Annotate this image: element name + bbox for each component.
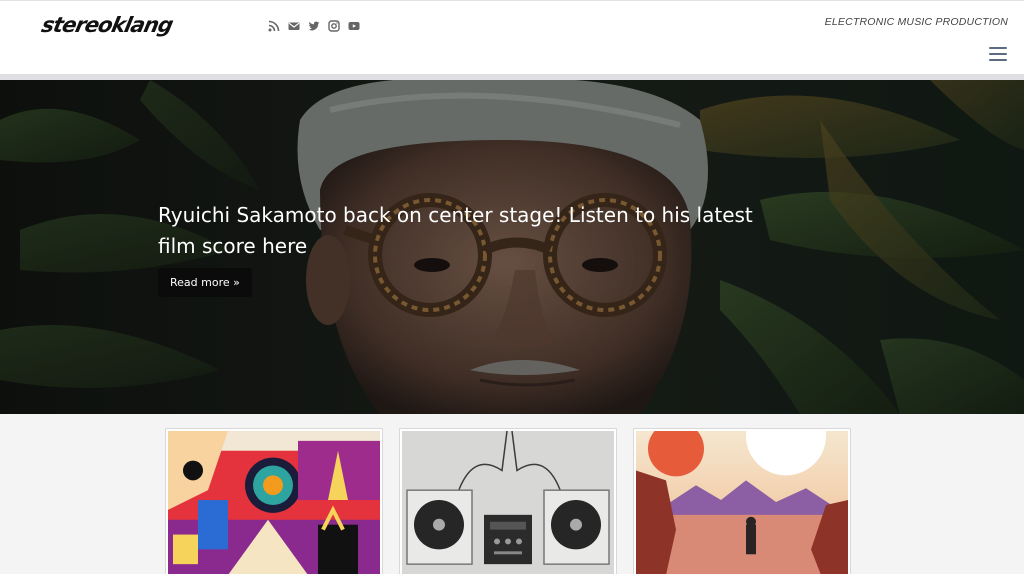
- social-links: [268, 20, 360, 32]
- rss-icon[interactable]: [268, 20, 280, 32]
- hero-slider: Ryuichi Sakamoto back on center stage! L…: [0, 80, 1024, 414]
- read-more-button[interactable]: Read more »: [158, 268, 252, 297]
- post-thumbnail: [636, 431, 848, 574]
- site-logo[interactable]: stereoklang: [39, 13, 174, 37]
- post-thumbnail: [168, 431, 380, 574]
- twitter-icon[interactable]: [308, 20, 320, 32]
- post-card[interactable]: [633, 428, 851, 574]
- post-card[interactable]: [165, 428, 383, 574]
- site-tagline: ELECTRONIC MUSIC PRODUCTION: [824, 16, 1008, 28]
- youtube-icon[interactable]: [348, 20, 360, 32]
- site-header: stereoklang ELECTRONIC MUSIC PRODUCTION: [0, 0, 1024, 74]
- hero-title[interactable]: Ryuichi Sakamoto back on center stage! L…: [158, 200, 758, 262]
- hamburger-menu-icon[interactable]: [989, 47, 1007, 61]
- mail-icon[interactable]: [288, 20, 300, 32]
- instagram-icon[interactable]: [328, 20, 340, 32]
- post-thumbnail: [402, 431, 614, 574]
- post-card[interactable]: [399, 428, 617, 574]
- post-grid: [0, 414, 1024, 574]
